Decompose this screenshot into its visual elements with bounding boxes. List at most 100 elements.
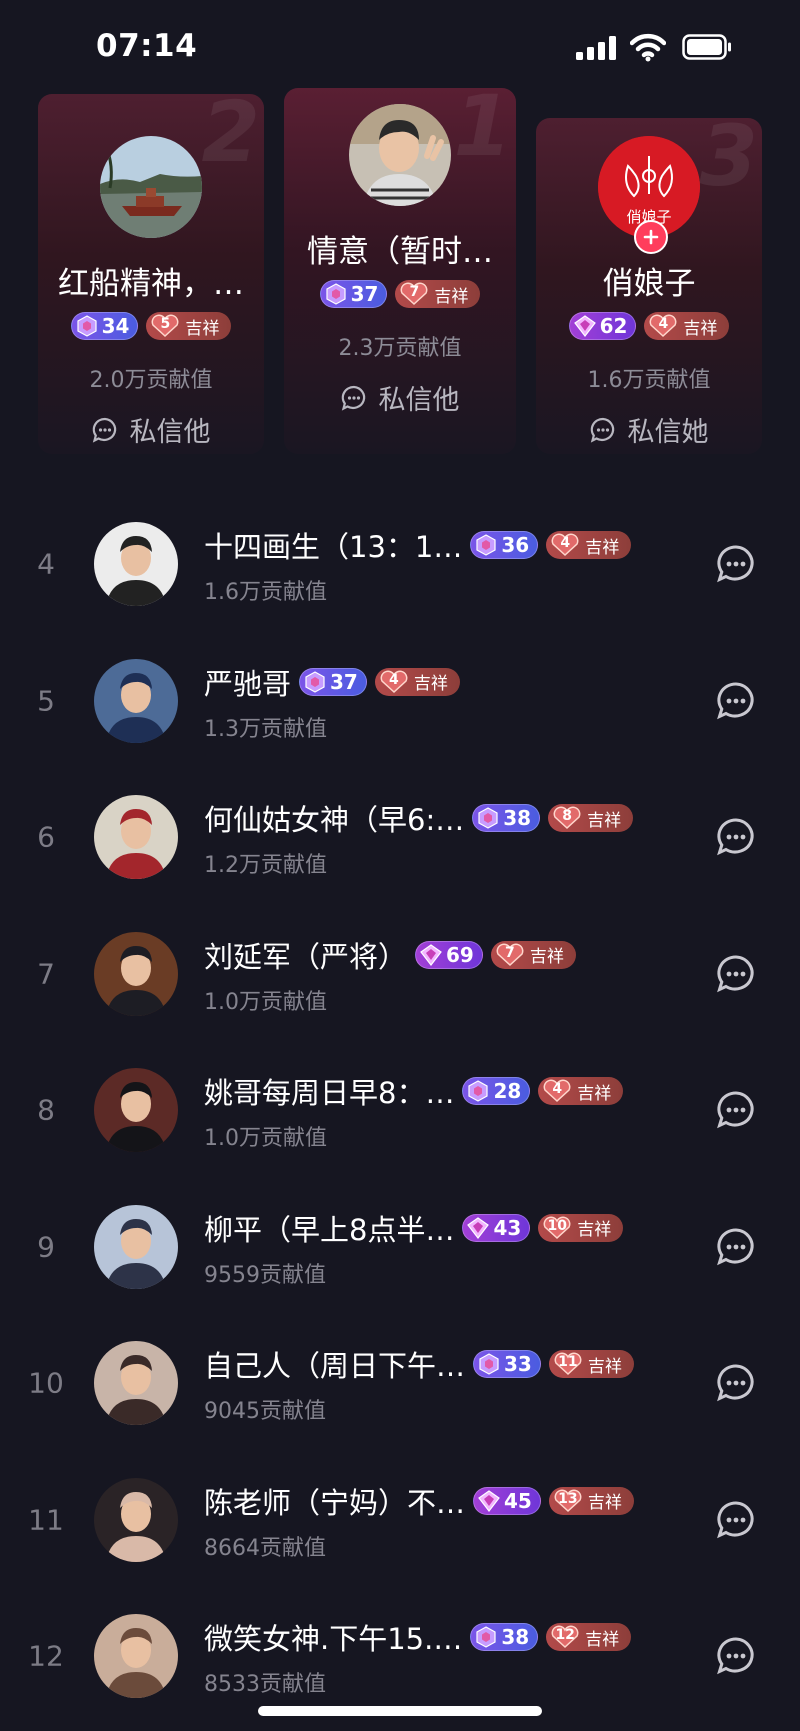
podium-name: 情意（暂时… <box>307 234 493 270</box>
list-item[interactable]: 5 严驰哥 37 4 吉祥 1.3万贡献值 <box>0 633 800 769</box>
fan-badge: 4 吉祥 <box>546 531 632 559</box>
fan-badge: 4 吉祥 <box>538 1077 624 1105</box>
contribution-value: 1.2万贡献值 <box>204 853 327 878</box>
rank-number: 7 <box>37 957 55 990</box>
heart-icon: 4 <box>378 670 410 694</box>
row-title-line: 微笑女神.下午15.… 38 12 吉祥 <box>204 1616 632 1658</box>
avatar[interactable] <box>94 931 178 1016</box>
level-badge: 37 <box>299 667 367 696</box>
list-item[interactable]: 9 柳平（早上8点半… 43 10 吉祥 9559贡献值 <box>0 1179 800 1315</box>
contribution-value: 1.0万贡献值 <box>204 1126 327 1151</box>
level-badge: 45 <box>473 1486 541 1515</box>
level-badge: 62 <box>568 312 637 340</box>
fan-badge: 11 吉祥 <box>548 1350 634 1378</box>
follow-button[interactable] <box>634 220 668 254</box>
user-name: 何仙姑女神（早6:… <box>204 803 465 837</box>
rank-number: 12 <box>28 1639 64 1673</box>
gem-icon <box>76 315 97 337</box>
rank-number: 8 <box>37 1093 55 1127</box>
rank-number: 4 <box>37 547 55 581</box>
chat-bubble-icon[interactable] <box>716 1227 756 1267</box>
podium-card-rank-1[interactable]: 1 情意（暂时… 37 7 吉祥 2.3万贡献值 私信他 <box>284 88 516 454</box>
user-name: 自己人（周日下午… <box>204 1349 466 1383</box>
contribution-value: 9559贡献值 <box>204 1262 326 1288</box>
contribution-value: 1.0万贡献值 <box>204 989 327 1015</box>
message-button[interactable]: 私信她 <box>536 410 762 449</box>
row-title-line: 刘延军（严将） 69 7 吉祥 <box>204 934 576 976</box>
podium-card-rank-3[interactable]: 3 俏娘子 俏娘子 62 4 吉祥 1.6万贡献值 私信她 <box>536 118 762 454</box>
podium-name: 红船精神，… <box>58 266 244 302</box>
heart-icon: 12 <box>549 1625 581 1649</box>
chat-bubble-icon[interactable] <box>716 1636 756 1676</box>
podium-badges: 34 5 吉祥 <box>38 312 264 340</box>
list-item[interactable]: 8 姚哥每周日早8：… 28 4 吉祥 1.0万贡献值 <box>0 1042 800 1178</box>
list-item[interactable]: 10 自己人（周日下午… 33 11 吉祥 9045贡献值 <box>0 1315 800 1451</box>
heart-icon: 4 <box>647 314 679 338</box>
avatar[interactable] <box>94 1614 178 1698</box>
heart-icon: 4 <box>541 1079 573 1103</box>
avatar[interactable] <box>94 1341 178 1425</box>
message-button[interactable]: 私信他 <box>38 410 264 449</box>
row-title-line: 何仙姑女神（早6:… 38 8 吉祥 <box>204 797 634 839</box>
row-title-line: 自己人（周日下午… 33 11 吉祥 <box>204 1343 634 1385</box>
heart-icon: 11 <box>552 1352 584 1376</box>
gem-icon <box>467 1216 490 1239</box>
signal-icon <box>576 36 616 60</box>
rank-number: 5 <box>37 684 55 717</box>
avatar[interactable] <box>100 136 202 238</box>
chat-bubble-icon <box>92 417 116 443</box>
list-item[interactable]: 12 微笑女神.下午15.… 38 12 吉祥 8533贡献值 <box>0 1588 800 1724</box>
rank-number: 6 <box>37 820 55 854</box>
message-button[interactable]: 私信他 <box>284 378 516 417</box>
avatar[interactable] <box>94 522 178 606</box>
contribution-value: 9045贡献值 <box>204 1399 326 1424</box>
plus-icon <box>643 229 659 245</box>
contribution-value: 2.3万贡献值 <box>338 336 462 361</box>
heart-icon: 4 <box>549 533 581 557</box>
row-title-line: 严驰哥 37 4 吉祥 <box>204 661 460 703</box>
row-title-line: 柳平（早上8点半… 43 10 吉祥 <box>204 1207 624 1249</box>
podium-card-rank-2[interactable]: 2 红船精神，… 34 5 吉祥 2.0万贡献值 私信他 <box>38 94 264 454</box>
gem-icon <box>573 315 596 337</box>
contribution-value: 1.6万贡献值 <box>587 368 711 393</box>
list-item[interactable]: 4 十四画生（13：1… 36 4 吉祥 1.6万贡献值 <box>0 496 800 632</box>
list-item[interactable]: 6 何仙姑女神（早6:… 38 8 吉祥 1.2万贡献值 <box>0 769 800 905</box>
level-badge: 28 <box>462 1077 531 1105</box>
fan-badge: 10 吉祥 <box>538 1213 624 1242</box>
fan-badge: 13 吉祥 <box>548 1486 634 1515</box>
avatar[interactable] <box>94 1477 178 1562</box>
chat-bubble-icon[interactable] <box>716 1363 756 1403</box>
wifi-icon <box>630 33 666 62</box>
level-badge: 33 <box>473 1350 541 1378</box>
list-item[interactable]: 7 刘延军（严将） 69 7 吉祥 1.0万贡献值 <box>0 906 800 1042</box>
chat-bubble-icon[interactable] <box>716 544 756 584</box>
gem-icon <box>478 807 498 829</box>
list-item[interactable]: 11 陈老师（宁妈）不… 45 13 吉祥 8664贡献值 <box>0 1452 800 1588</box>
status-time: 07:14 <box>96 28 198 64</box>
chat-bubble-icon <box>341 385 365 411</box>
fan-badge: 8 吉祥 <box>548 804 634 832</box>
level-badge: 36 <box>470 531 539 559</box>
avatar[interactable] <box>94 1068 178 1152</box>
avatar[interactable] <box>94 658 178 743</box>
row-title-line: 姚哥每周日早8：… 28 4 吉祥 <box>204 1070 624 1112</box>
home-indicator[interactable] <box>258 1706 542 1716</box>
podium-rank-number: 2 <box>201 94 260 181</box>
fan-badge: 4 吉祥 <box>644 312 730 340</box>
avatar[interactable] <box>94 795 178 879</box>
chat-bubble-icon[interactable] <box>716 817 756 857</box>
level-badge: 43 <box>462 1213 531 1242</box>
user-name: 微笑女神.下午15.… <box>204 1622 463 1656</box>
chat-bubble-icon[interactable] <box>716 681 756 721</box>
podium-badges: 37 7 吉祥 <box>284 280 516 308</box>
chat-bubble-icon[interactable] <box>716 1090 756 1130</box>
podium-rank-number: 1 <box>453 88 512 175</box>
avatar[interactable] <box>349 104 451 206</box>
avatar[interactable] <box>94 1204 178 1289</box>
user-name: 姚哥每周日早8：… <box>204 1076 455 1110</box>
contribution-value: 2.0万贡献值 <box>89 368 213 393</box>
chat-bubble-icon[interactable] <box>716 1500 756 1540</box>
chat-bubble-icon[interactable] <box>716 954 756 994</box>
contribution-value: 1.6万贡献值 <box>204 580 327 605</box>
gem-icon <box>478 1489 500 1512</box>
